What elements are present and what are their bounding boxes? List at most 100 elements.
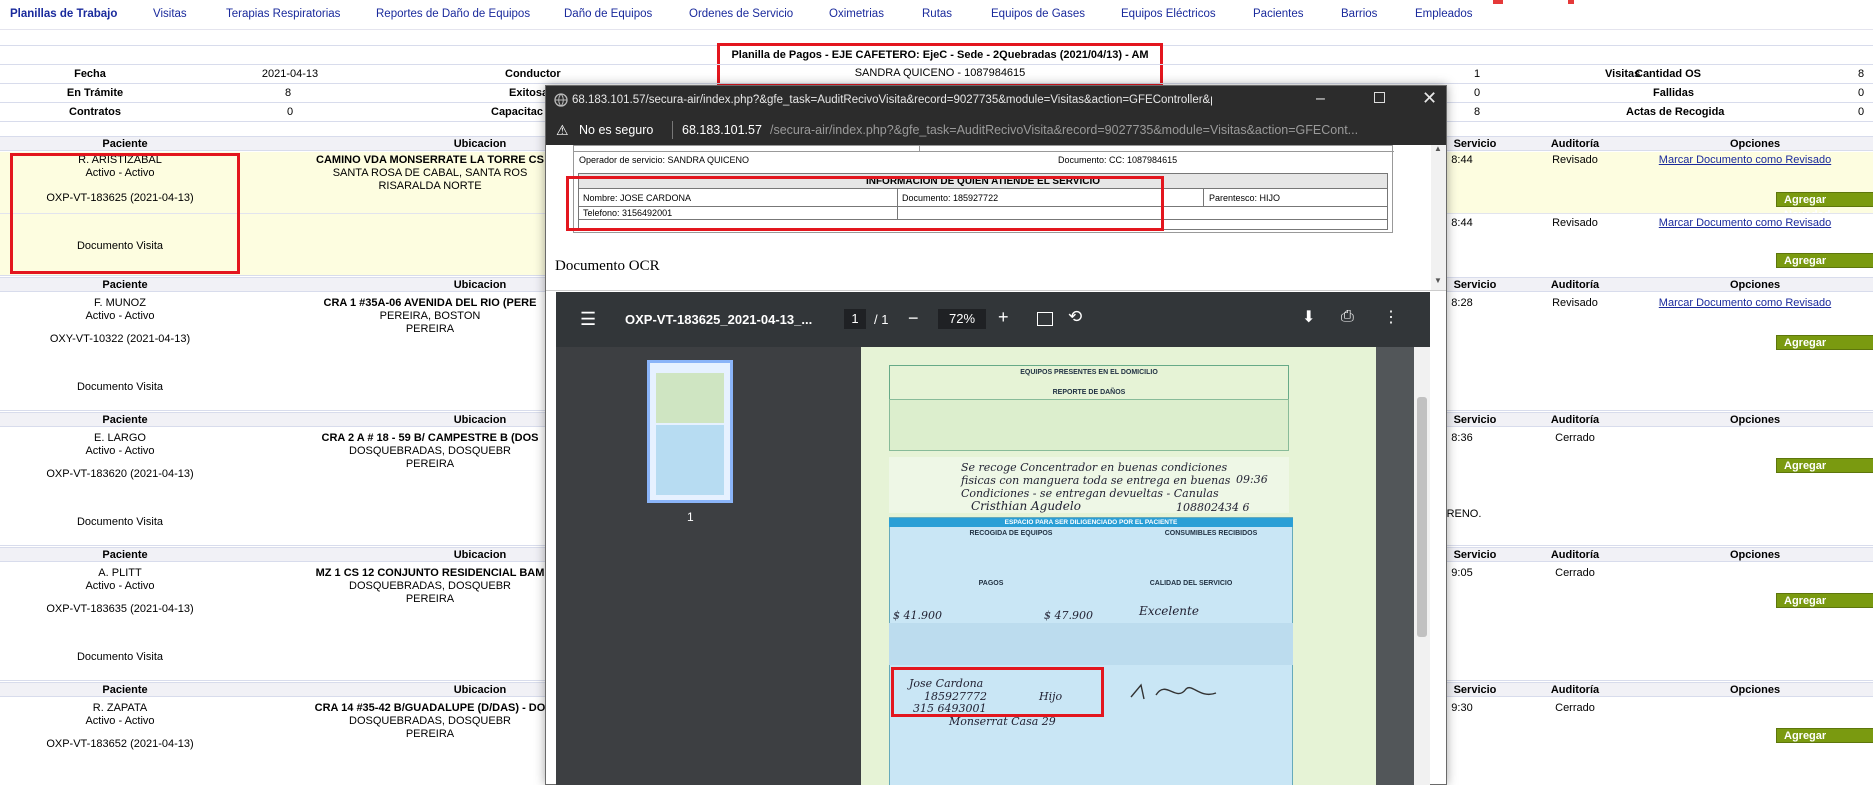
conductor-label: Conductor [505, 68, 561, 80]
header-auditoria: Auditoría [1550, 279, 1600, 291]
paciente-estado: Activo - Activo [85, 715, 155, 727]
nav-dano-equipos[interactable]: Daño de Equipos [564, 8, 652, 20]
agregar-novedad-button[interactable]: Agregar Novedad [1776, 593, 1873, 622]
agregar-novedad-button[interactable]: Agregar Novedad [1776, 335, 1873, 364]
zoom-input[interactable]: 72% [938, 309, 986, 329]
scan-firma: Cristhian Agudelo [971, 499, 1081, 513]
mid2-value: 0 [1474, 87, 1481, 99]
fit-page-icon[interactable] [1037, 312, 1053, 326]
address-bar[interactable]: ⚠ No es seguro 68.183.101.57 /secura-air… [546, 115, 1446, 145]
fallidas-label: Fallidas [1653, 87, 1694, 99]
fecha-value: 2021-04-13 [261, 68, 319, 80]
highlight-paciente [10, 153, 240, 274]
nav-visitas[interactable]: Visitas [153, 8, 187, 20]
agregar-novedad-button[interactable]: Agregar Novedad [1776, 253, 1873, 282]
popup-titlebar: 68.183.101.57/secura-air/index.php?&gfe_… [546, 86, 1446, 115]
nav-barrios[interactable]: Barrios [1341, 8, 1377, 20]
nav-pacientes[interactable]: Pacientes [1253, 8, 1304, 20]
ubicacion-2: PEREIRA, BOSTON [379, 310, 481, 322]
auditoria: Revisado [1552, 217, 1598, 229]
nav-rutas[interactable]: Rutas [922, 8, 952, 20]
print-icon[interactable]: ⎙ [1341, 308, 1354, 326]
marcar-revisado-link[interactable]: Marcar Documento como Revisado [1635, 217, 1855, 230]
popup-content-top: Operador de servicio: SANDRA QUICENO Doc… [546, 144, 1446, 291]
visit-code: OXY-VT-10322 (2021-04-13) [49, 333, 191, 345]
hora: 8:44 [1451, 217, 1473, 229]
maximize-icon[interactable] [1374, 92, 1385, 103]
header-paciente: Paciente [102, 279, 148, 291]
nav-equipos-gases[interactable]: Equipos de Gases [991, 8, 1085, 20]
marcar-revisado-link[interactable]: Marcar Documento como Revisado [1635, 154, 1855, 167]
fallidas-value: 0 [1858, 87, 1865, 99]
nav-reportes-dano[interactable]: Reportes de Daño de Equipos [376, 8, 530, 20]
capacitac-label: Capacitac [491, 106, 543, 118]
more-icon[interactable]: ⋮ [1383, 307, 1399, 327]
scan-recogida: RECOGIDA DE EQUIPOS [969, 530, 1053, 537]
nav-equipos-electricos[interactable]: Equipos Eléctricos [1121, 8, 1216, 20]
page-input[interactable]: 1 [844, 309, 866, 329]
agregar-novedad-button[interactable]: Agregar Novedad [1776, 728, 1873, 757]
header-paciente: Paciente [102, 414, 148, 426]
insecure-label: No es seguro [579, 123, 654, 137]
documento-visita-link[interactable]: Documento Visita [15, 381, 225, 394]
close-icon[interactable]: ✕ [1422, 88, 1437, 109]
header-ubicacion: Ubicacion [453, 138, 507, 150]
pdf-toolbar: ☰ OXP-VT-183625_2021-04-13_... 1 / 1 − 7… [556, 292, 1430, 347]
agregar-novedad-button[interactable]: Agregar Novedad [1776, 192, 1873, 221]
ocr-label: Documento OCR [555, 258, 660, 274]
mid3-value: 8 [1474, 106, 1481, 118]
minimize-icon[interactable]: – [1316, 90, 1325, 108]
url-path: /secura-air/index.php?&gfe_task=AuditRec… [770, 123, 1359, 137]
globe-icon [554, 93, 568, 107]
zoom-out-icon[interactable]: − [908, 308, 919, 329]
highlight-scan [891, 667, 1104, 717]
contratos-value: 0 [287, 106, 294, 118]
header-opciones: Opciones [1729, 549, 1781, 561]
ubicacion-1: CAMINO VDA MONSERRATE LA TORRE CS [316, 154, 544, 166]
header-opciones: Opciones [1729, 414, 1781, 426]
pdf-viewer: ☰ OXP-VT-183625_2021-04-13_... 1 / 1 − 7… [556, 292, 1430, 785]
auditoria: Cerrado [1555, 702, 1595, 714]
scan-costo: $ 41.900 [893, 609, 942, 622]
signature-icon [1130, 683, 1217, 700]
auditoria: Cerrado [1555, 432, 1595, 444]
ubicacion-3: PEREIRA [405, 728, 455, 740]
header-auditoria: Auditoría [1550, 684, 1600, 696]
marcar-revisado-link[interactable]: Marcar Documento como Revisado [1635, 297, 1855, 310]
ubicacion-1: CRA 2 A # 18 - 59 B/ CAMPESTRE B (DOS [321, 432, 539, 444]
menu-icon[interactable]: ☰ [580, 309, 596, 330]
ubicacion-3: PEREIRA [405, 458, 455, 470]
download-icon[interactable]: ⬇ [1302, 307, 1315, 327]
red-marker [1493, 0, 1503, 4]
documento-visita-link[interactable]: Documento Visita [15, 651, 225, 664]
ubicacion-3: RISARALDA NORTE [378, 180, 482, 192]
scan-calidad-hand: Excelente [1139, 604, 1199, 618]
zoom-in-icon[interactable]: + [998, 307, 1009, 328]
paciente-name: F. MUNOZ [94, 297, 146, 309]
agregar-novedad-button[interactable]: Agregar Novedad [1776, 458, 1873, 487]
nav-planillas[interactable]: Planillas de Trabajo [10, 8, 117, 20]
popup-window: 68.183.101.57/secura-air/index.php?&gfe_… [545, 85, 1447, 785]
header-opciones: Opciones [1729, 279, 1781, 291]
hora: 9:05 [1451, 567, 1473, 579]
top-navigation: Planillas de Trabajo Visitas Terapias Re… [0, 0, 1873, 30]
hora: 8:44 [1451, 154, 1473, 166]
thumbnail-pane: 1 [556, 347, 861, 785]
ubicacion-1: CRA 14 #35-42 B/GUADALUPE (D/DAS) - DO [314, 702, 546, 714]
actas-label: Actas de Recogida [1626, 106, 1725, 118]
ubicacion-3: PEREIRA [405, 593, 455, 605]
documento-text: Documento: CC: 1087984615 [1058, 155, 1178, 165]
scan-pagos: PAGOS [978, 580, 1004, 587]
page-thumbnail[interactable] [647, 360, 733, 503]
header-paciente: Paciente [102, 138, 148, 150]
paciente-name: A. PLITT [98, 567, 142, 579]
header-opciones: Opciones [1729, 684, 1781, 696]
pdf-scrollbar[interactable] [1414, 347, 1430, 785]
scrollbar[interactable]: ▲ ▼ [1431, 144, 1446, 291]
nav-ordenes-servicio[interactable]: Ordenes de Servicio [689, 8, 793, 20]
rotate-icon[interactable]: ⟲ [1068, 307, 1082, 327]
nav-empleados[interactable]: Empleados [1415, 8, 1473, 20]
documento-visita-link[interactable]: Documento Visita [15, 516, 225, 529]
nav-terapias[interactable]: Terapias Respiratorias [226, 8, 340, 20]
nav-oximetrias[interactable]: Oximetrias [829, 8, 884, 20]
